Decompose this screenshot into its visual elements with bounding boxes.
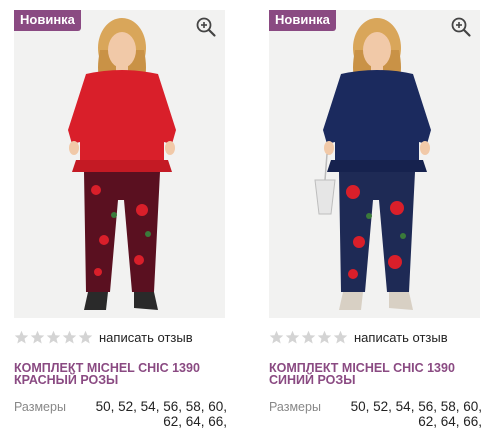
product-card: Новинка написать отзыв КОМПЛЕКТ MICHEL C… [14,10,227,429]
write-review-link[interactable]: написать отзыв [99,330,193,345]
star-icon[interactable] [30,330,45,345]
star-icon[interactable] [62,330,77,345]
product-title-line: КРАСНЫЙ РОЗЫ [14,373,119,387]
sizes-label: Размеры [14,400,66,414]
new-badge: Новинка [14,10,81,31]
star-icon[interactable] [317,330,332,345]
sizes-label: Размеры [269,400,321,414]
star-icon[interactable] [333,330,348,345]
star-icon[interactable] [269,330,284,345]
model-image [68,18,176,310]
model-image [314,18,431,310]
product-title[interactable]: КОМПЛЕКТ MICHEL CHIC 1390 КРАСНЫЙ РОЗЫ [14,362,225,387]
product-card: Новинка написать отзыв КОМПЛЕКТ MICHEL C… [269,10,482,429]
star-icon[interactable] [78,330,93,345]
rating-stars[interactable] [14,330,93,345]
product-title-line: СИНИЙ РОЗЫ [269,373,356,387]
star-icon[interactable] [46,330,61,345]
star-icon[interactable] [14,330,29,345]
zoom-icon[interactable] [450,16,472,38]
sizes-line: 62, 64, 66, [418,414,482,429]
product-title[interactable]: КОМПЛЕКТ MICHEL CHIC 1390 СИНИЙ РОЗЫ [269,362,480,387]
zoom-icon[interactable] [195,16,217,38]
write-review-link[interactable]: написать отзыв [354,330,448,345]
rating-stars[interactable] [269,330,348,345]
sizes-values: 50, 52, 54, 56, 58, 60, 62, 64, 66, [350,399,482,429]
sizes-values: 50, 52, 54, 56, 58, 60, 62, 64, 66, [95,399,227,429]
sizes-line: 50, 52, 54, 56, 58, 60, [95,399,227,414]
star-icon[interactable] [301,330,316,345]
rating-row: написать отзыв [14,328,193,346]
product-photo[interactable]: Новинка [14,10,225,318]
star-icon[interactable] [285,330,300,345]
rating-row: написать отзыв [269,328,448,346]
new-badge: Новинка [269,10,336,31]
sizes-line: 62, 64, 66, [163,414,227,429]
sizes-line: 50, 52, 54, 56, 58, 60, [350,399,482,414]
product-photo[interactable]: Новинка [269,10,480,318]
